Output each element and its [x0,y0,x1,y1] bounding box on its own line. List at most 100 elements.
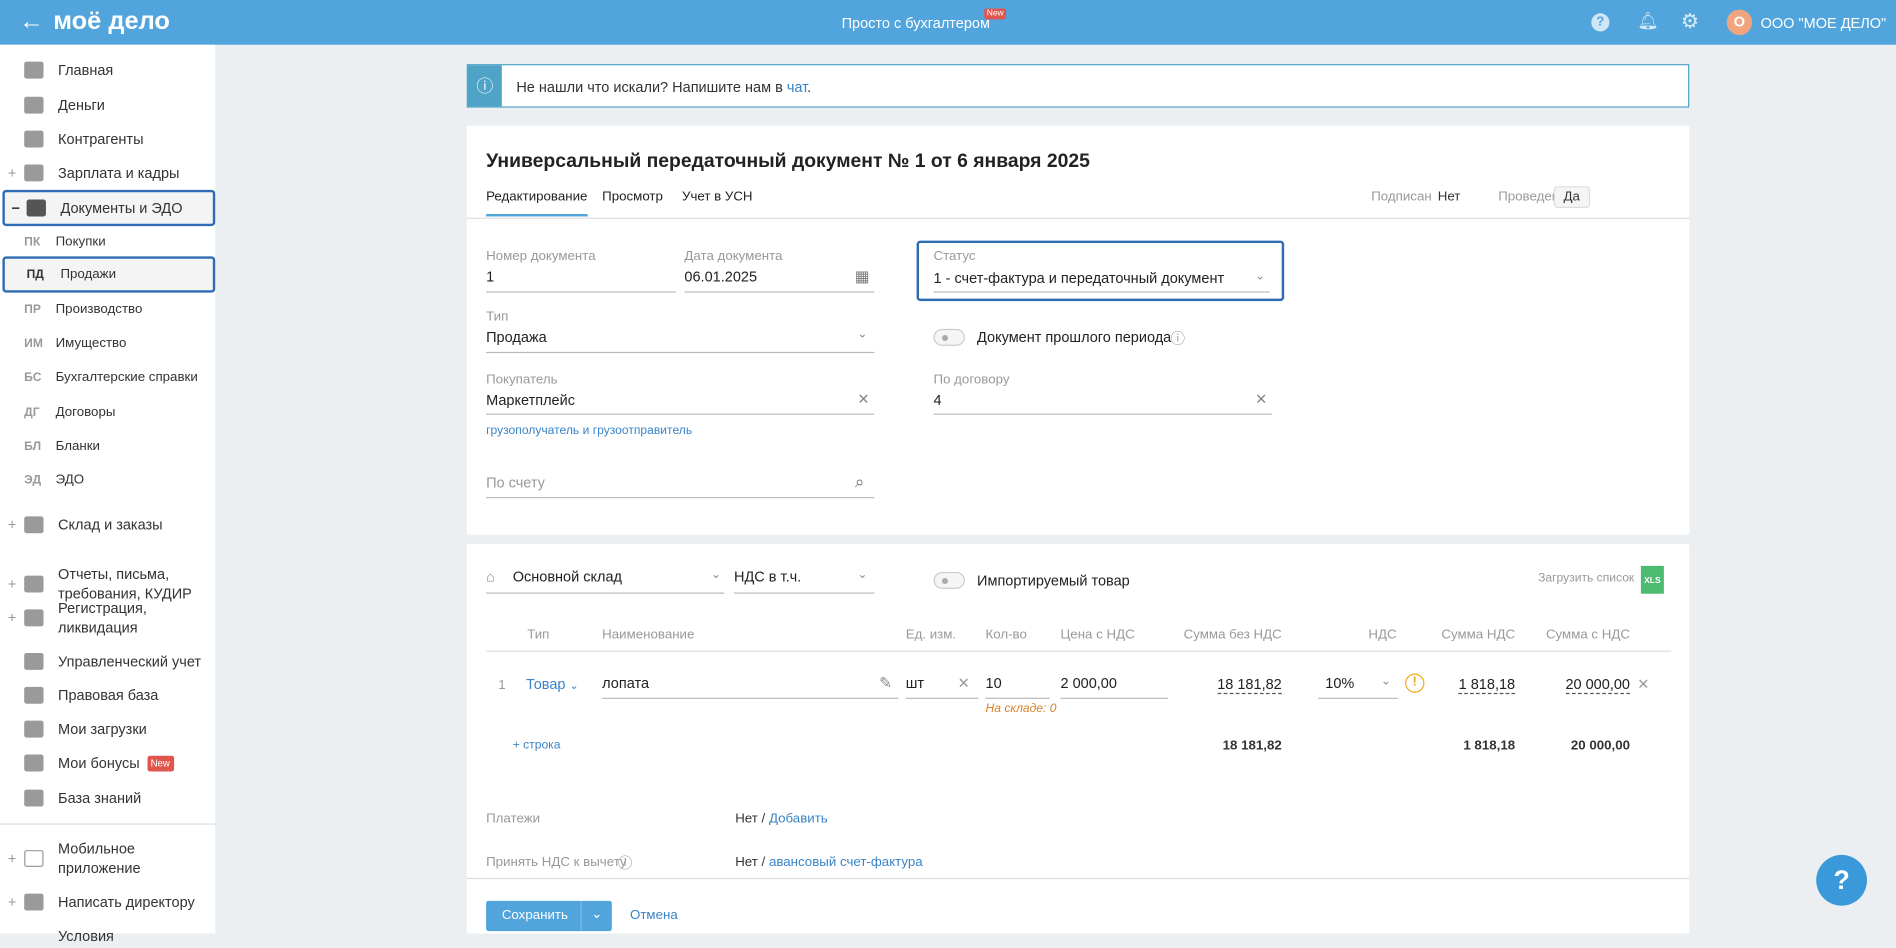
warehouse-select[interactable]: Основной склад [486,568,725,594]
tab-usn[interactable]: Учет в УСН [682,190,753,205]
name-input[interactable]: лопата [602,675,899,699]
clear-icon[interactable]: ✕ [1255,391,1267,408]
signed-value[interactable]: Нет [1438,190,1461,205]
label: Главная [58,61,114,79]
type-value: Товар [526,675,566,693]
save-button[interactable]: Сохранить ⌄ [486,900,612,932]
add-row-button[interactable]: + строка [513,739,561,752]
home-icon [24,61,44,79]
invoice-input[interactable]: По счету [486,474,875,499]
signed-label: Подписан [1371,189,1432,205]
date-input[interactable]: 06.01.2025 [684,268,875,293]
info-icon[interactable]: ⓘ [1171,328,1186,349]
posted-toggle[interactable]: Да [1553,186,1590,208]
sidebar-item-terms[interactable]: Условия [0,924,215,948]
advance-invoice-link[interactable]: авансовый счет-фактура [769,855,923,870]
label: Мобильное приложение [58,840,141,877]
contract-input[interactable]: 4 [933,392,1273,415]
tab-editing[interactable]: Редактирование [486,190,588,217]
label: ЭДО [55,472,85,488]
bell-icon[interactable]: 🔔︎ [1637,11,1659,32]
sidebar-item-warehouse[interactable]: + Склад и заказы [0,513,215,537]
sum-no-vat[interactable]: 18 181,82 [1217,675,1282,695]
report-icon [24,575,44,593]
cancel-button[interactable]: Отмена [630,908,678,923]
logo[interactable]: моё дело [53,7,170,36]
pencil-icon[interactable]: ✎ [879,674,892,693]
row-type-select[interactable]: Товар ⌄ [526,676,579,693]
sidebar-sub-forms[interactable]: БЛ Бланки [0,435,215,457]
abbr: ДГ [24,405,40,419]
row-total[interactable]: 20 000,00 [1565,675,1631,695]
number-label: Номер документа [486,249,596,264]
clear-icon[interactable]: ✕ [958,675,970,692]
sidebar-item-home[interactable]: Главная [0,58,215,82]
new-badge: New [984,8,1007,20]
sidebar-item-contractors[interactable]: Контрагенты [0,127,215,151]
help-icon[interactable]: ? [1591,13,1610,32]
qty-input[interactable]: 10 [985,675,1050,699]
search-icon[interactable]: ⌕ [855,472,864,493]
buyer-input[interactable]: Маркетплейс [486,392,875,415]
col-type: Тип [527,627,550,643]
divider [466,217,1690,219]
sidebar-item-registration[interactable]: + Регистрация, ликвидация [0,597,215,638]
xls-icon[interactable]: XLS [1640,565,1664,594]
type-select[interactable]: Продажа [486,329,875,354]
avatar[interactable]: О [1726,9,1753,36]
number-input[interactable]: 1 [486,268,676,293]
sidebar-item-money[interactable]: Деньги [0,93,215,117]
sidebar-item-mobile[interactable]: + Мобильное приложение [0,838,215,879]
vat-mode-select[interactable]: НДС в т.ч. [733,568,875,594]
sidebar-item-documents[interactable]: − Документы и ЭДО [2,189,216,227]
delete-row-icon[interactable]: ✕ [1637,676,1649,693]
calendar-icon[interactable]: ▦ [855,267,870,286]
add-payment-link[interactable]: Добавить [769,811,828,826]
sidebar-item-knowledge[interactable]: База знаний [0,786,215,810]
sidebar-item-salary[interactable]: + Зарплата и кадры [0,161,215,185]
status-select[interactable]: 1 - счет-фактура и передаточный документ [933,270,1270,293]
past-period-label: Документ прошлого периода [977,328,1172,346]
past-period-toggle[interactable] [933,328,965,346]
sidebar-item-legal[interactable]: Правовая база [0,683,215,707]
company-name[interactable]: ООО "МОЕ ДЕЛО" [1761,15,1887,32]
accountant-link[interactable]: Просто с бухгалтером [842,15,990,32]
tab-preview[interactable]: Просмотр [602,190,663,205]
label: Условия [58,927,114,945]
back-arrow-icon[interactable]: ← [19,8,43,36]
sidebar-sub-statements[interactable]: БС Бухгалтерские справки [0,366,215,388]
sidebar-sub-purchases[interactable]: ПК Покупки [0,231,215,253]
sidebar-sub-production[interactable]: ПР Производство [0,299,215,321]
sidebar-sub-property[interactable]: ИМ Имущество [0,333,215,355]
gift-icon [24,754,44,772]
info-icon[interactable]: ⓘ [618,852,633,873]
chevron-down-icon[interactable]: ⌄ [580,900,611,932]
sidebar-item-management[interactable]: Управленческий учет [0,649,215,673]
sidebar-item-director[interactable]: + Написать директору [0,890,215,914]
consignee-link[interactable]: грузополучатель и грузоотправитель [486,424,692,437]
label: База знаний [58,789,142,807]
status-field[interactable]: Статус 1 - счет-фактура и передаточный д… [916,240,1285,302]
abbr: ПР [24,302,41,317]
price-input[interactable]: 2 000,00 [1060,675,1169,699]
label: Продажи [60,267,117,282]
sidebar-item-uploads[interactable]: Мои загрузки [0,717,215,741]
vat-sum[interactable]: 1 818,18 [1458,675,1516,695]
sidebar-sub-edo[interactable]: ЭД ЭДО [0,469,215,491]
help-chat-button[interactable]: ? [1816,854,1868,906]
sidebar-sub-sales[interactable]: ПД Продажи [2,256,216,293]
warehouse-icon [24,516,44,534]
sidebar-sub-contracts[interactable]: ДГ Договоры [0,401,215,423]
imported-toggle[interactable] [933,571,965,589]
upload-list-link[interactable]: Загрузить список [1538,572,1634,585]
clear-icon[interactable]: ✕ [857,391,869,408]
gear-icon[interactable]: ⚙ [1681,10,1699,34]
sidebar-item-bonuses[interactable]: Мои бонусы New [0,751,215,775]
page-title: Универсальный передаточный документ № 1 … [486,151,1090,172]
warning-icon[interactable]: ! [1405,673,1425,693]
info-end: . [807,78,812,96]
abbr: БС [24,370,42,384]
chat-link[interactable]: чат [787,79,807,96]
divider [466,877,1690,880]
chevron-down-icon: ⌄ [711,568,722,582]
